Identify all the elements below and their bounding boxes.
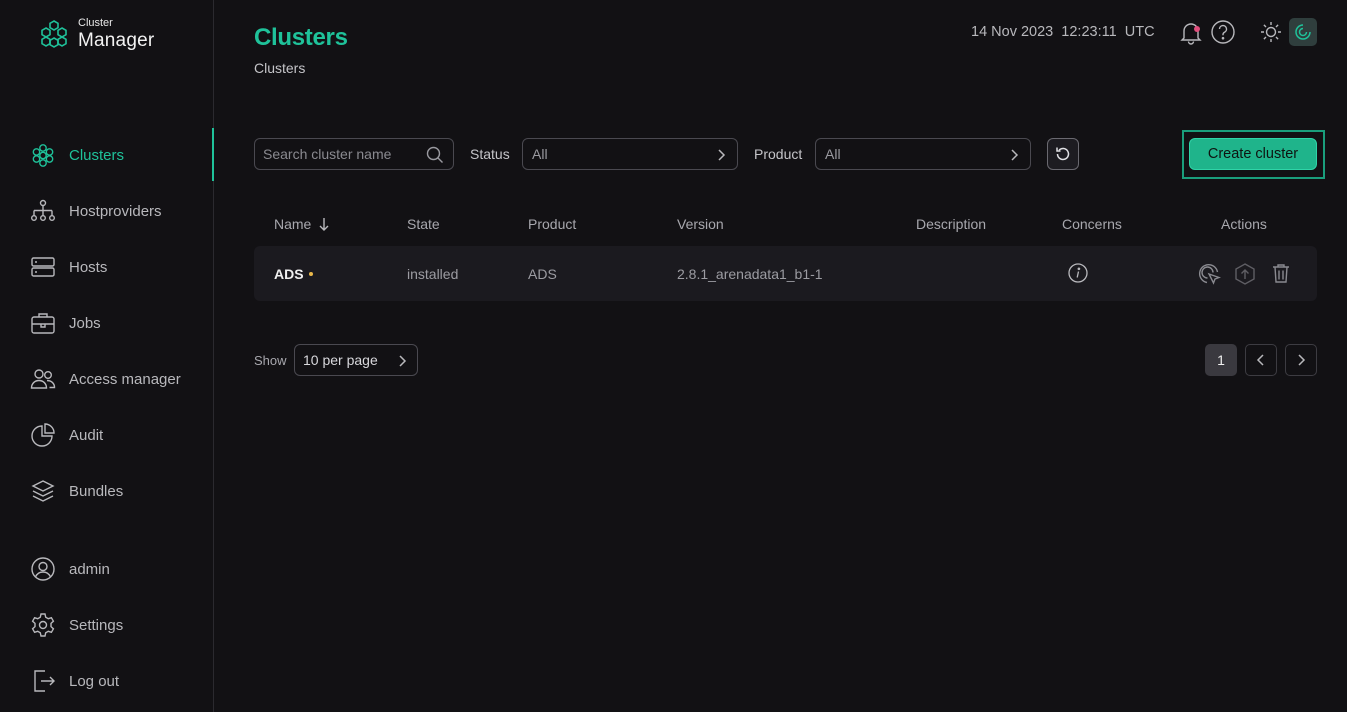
chevron-right-icon <box>1011 149 1019 161</box>
sidebar-item-label: Log out <box>69 672 120 690</box>
timezone-text: UTC <box>1124 24 1155 40</box>
dark-mode-toggle[interactable] <box>1289 18 1317 46</box>
sidebar-item-label: Hosts <box>69 258 108 276</box>
upgrade-icon[interactable] <box>1233 262 1257 286</box>
sidebar-item-logout[interactable]: Log out <box>30 667 119 695</box>
column-header-product[interactable]: Product <box>528 216 576 232</box>
settings-icon <box>31 613 55 637</box>
bell-icon[interactable] <box>1178 19 1204 45</box>
run-action-icon[interactable] <box>1197 262 1221 286</box>
sidebar-item-label: admin <box>69 560 110 578</box>
page-title: Clusters <box>254 24 348 51</box>
refresh-icon <box>1056 147 1070 161</box>
reset-filters-button[interactable] <box>1047 138 1079 170</box>
product-filter-value: All <box>825 146 841 162</box>
clusters-icon <box>32 144 54 167</box>
column-header-actions: Actions <box>1221 216 1267 232</box>
logo-title: Manager <box>78 30 155 51</box>
status-dot <box>309 272 313 276</box>
sidebar-item-label: Clusters <box>69 146 125 164</box>
search-icon[interactable] <box>426 146 444 164</box>
sidebar-item-label: Settings <box>69 616 124 634</box>
help-icon[interactable] <box>1210 19 1236 45</box>
column-header-concerns: Concerns <box>1062 216 1122 232</box>
access-manager-icon <box>30 369 56 389</box>
sidebar-item-hostproviders[interactable]: Hostproviders <box>30 197 162 225</box>
delete-icon[interactable] <box>1270 262 1292 284</box>
cluster-product: ADS <box>528 266 557 282</box>
sidebar-item-label: Access manager <box>69 370 181 388</box>
cluster-state: installed <box>407 266 459 282</box>
active-indicator <box>212 128 214 181</box>
product-filter-label: Product <box>754 146 803 162</box>
column-header-name[interactable]: Name <box>274 216 311 232</box>
current-datetime: 14 Nov 2023 12:23:11 UTC <box>971 24 1155 40</box>
sidebar-item-label: Bundles <box>69 482 124 500</box>
logout-icon <box>34 670 55 692</box>
status-filter-label: Status <box>470 146 510 162</box>
cluster-name-link[interactable]: ADS <box>274 266 304 282</box>
create-cluster-button[interactable]: Create cluster <box>1189 138 1317 170</box>
audit-icon <box>31 423 55 447</box>
hosts-icon <box>31 257 55 277</box>
sidebar-item-audit[interactable]: Audit <box>30 421 103 449</box>
search-input[interactable] <box>255 139 425 169</box>
moon-icon <box>1295 24 1311 40</box>
sidebar-item-admin[interactable]: admin <box>30 555 110 583</box>
sidebar-item-label: Jobs <box>69 314 101 332</box>
sun-icon[interactable] <box>1258 19 1284 45</box>
time-text: 12:23:11 <box>1061 24 1117 40</box>
column-header-version[interactable]: Version <box>677 216 724 232</box>
chevron-right-icon <box>399 355 407 367</box>
breadcrumb[interactable]: Clusters <box>254 60 305 76</box>
chevron-left-icon <box>1256 354 1264 366</box>
date-text: 14 Nov 2023 <box>971 24 1054 40</box>
hostproviders-icon <box>31 199 56 222</box>
per-page-select[interactable]: 10 per page <box>294 344 418 376</box>
concerns-info-icon[interactable] <box>1067 262 1089 284</box>
sidebar-item-hosts[interactable]: Hosts <box>30 253 107 281</box>
sidebar-item-label: Audit <box>69 426 104 444</box>
prev-page-button[interactable] <box>1245 344 1277 376</box>
status-filter-select[interactable]: All <box>522 138 738 170</box>
chevron-right-icon <box>1298 354 1306 366</box>
cluster-version: 2.8.1_arenadata1_b1-1 <box>677 266 823 282</box>
jobs-icon <box>31 313 55 334</box>
status-filter-value: All <box>532 146 548 162</box>
column-header-state[interactable]: State <box>407 216 440 232</box>
logo-hex-icon <box>41 20 67 48</box>
logo-subtitle: Cluster <box>78 17 113 29</box>
chevron-right-icon <box>718 149 726 161</box>
per-page-value: 10 per page <box>303 352 378 368</box>
per-page-label: Show <box>254 353 287 368</box>
sidebar-item-bundles[interactable]: Bundles <box>30 477 123 505</box>
app-logo[interactable]: Cluster Manager <box>38 18 154 50</box>
page-number-button[interactable]: 1 <box>1205 344 1237 376</box>
column-header-description: Description <box>916 216 987 232</box>
notification-dot <box>1194 26 1200 32</box>
sidebar-item-clusters[interactable]: Clusters <box>30 141 124 169</box>
sort-descending-icon[interactable] <box>318 216 330 232</box>
sidebar-item-access-manager[interactable]: Access manager <box>30 365 181 393</box>
search-box <box>254 138 454 170</box>
sidebar-item-settings[interactable]: Settings <box>30 611 123 639</box>
user-icon <box>31 557 55 581</box>
sidebar: Cluster Manager Clusters Hostproviders H… <box>0 0 214 712</box>
product-filter-select[interactable]: All <box>815 138 1031 170</box>
bundles-icon <box>31 480 55 502</box>
next-page-button[interactable] <box>1285 344 1317 376</box>
sidebar-item-jobs[interactable]: Jobs <box>30 309 101 337</box>
sidebar-item-label: Hostproviders <box>69 202 162 220</box>
